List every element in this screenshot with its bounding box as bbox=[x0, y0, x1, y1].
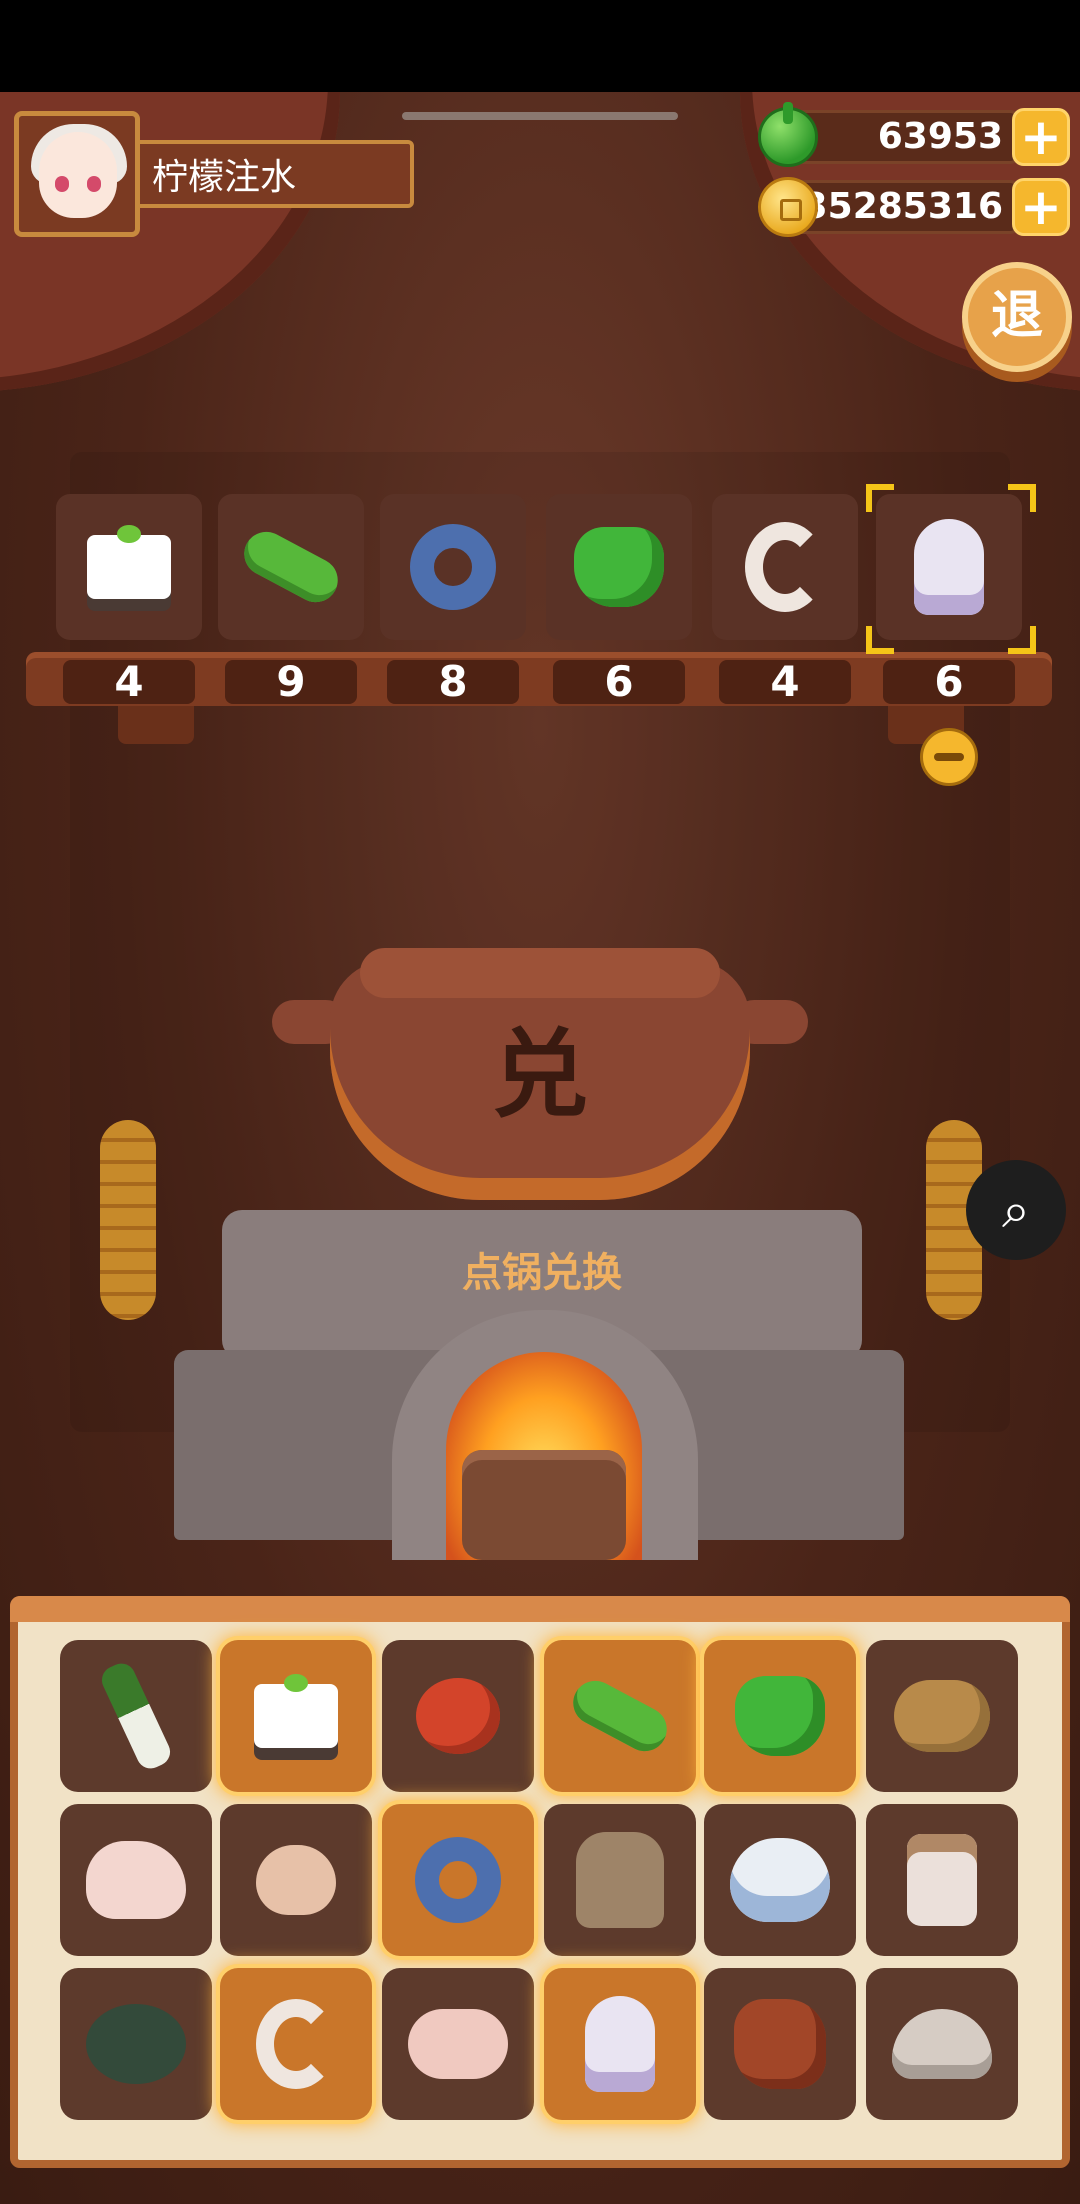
add-coins-button[interactable]: + bbox=[1012, 178, 1070, 236]
count-shrimp: 4 bbox=[719, 660, 851, 704]
inventory-item-duck[interactable] bbox=[382, 1968, 534, 2120]
inventory-item-squid[interactable] bbox=[544, 1968, 696, 2120]
selection-bracket-icon bbox=[866, 484, 894, 512]
cucumber-icon bbox=[565, 1673, 675, 1759]
drag-handle bbox=[402, 112, 678, 120]
count-green-pepper: 6 bbox=[553, 660, 685, 704]
pot-rim bbox=[360, 948, 720, 998]
firewood-icon bbox=[462, 1450, 626, 1560]
tofu-icon bbox=[87, 525, 171, 599]
squid-icon bbox=[914, 519, 984, 615]
player-name: 柠檬注水 bbox=[134, 140, 414, 208]
jar-icon bbox=[907, 1834, 977, 1926]
count-fish: 8 bbox=[387, 660, 519, 704]
inventory-item-potato[interactable] bbox=[866, 1640, 1018, 1792]
gem-counter: 63953 + bbox=[758, 102, 1070, 167]
status-bar bbox=[0, 0, 1080, 92]
flour-sack-icon bbox=[576, 1832, 664, 1928]
count-squid: 6 bbox=[883, 660, 1015, 704]
inventory-item-jar[interactable] bbox=[866, 1804, 1018, 1956]
squid-icon bbox=[585, 1996, 655, 2092]
add-gems-button[interactable]: + bbox=[1012, 108, 1070, 166]
gem-amount: 63953 bbox=[790, 110, 1020, 164]
tray-header bbox=[10, 1596, 1070, 1622]
selection-bracket-icon bbox=[866, 626, 894, 654]
selected-slot-fish[interactable] bbox=[380, 494, 526, 640]
selected-slot-tofu[interactable] bbox=[56, 494, 202, 640]
potato-icon bbox=[894, 1680, 990, 1752]
pot-character: 兑 bbox=[492, 1019, 588, 1131]
selected-slot-squid[interactable] bbox=[876, 494, 1022, 640]
meat-icon bbox=[734, 1999, 826, 2089]
tofu-icon bbox=[254, 1674, 338, 1748]
coin-counter: 35285316 + bbox=[758, 177, 1070, 237]
count-tofu: 4 bbox=[63, 660, 195, 704]
inventory-item-chicken[interactable] bbox=[60, 1804, 212, 1956]
player-info: 柠檬注水 bbox=[14, 108, 414, 240]
inventory-item-egg[interactable] bbox=[220, 1804, 372, 1956]
selected-slot-shrimp[interactable] bbox=[712, 494, 858, 640]
selection-bracket-icon bbox=[1008, 484, 1036, 512]
shelf-leg bbox=[118, 706, 194, 744]
avatar[interactable] bbox=[14, 111, 140, 237]
inventory-item-rice-bowl[interactable] bbox=[704, 1804, 856, 1956]
gem-icon bbox=[758, 102, 818, 167]
tomato-icon bbox=[416, 1678, 500, 1754]
coin-amount: 35285316 bbox=[790, 180, 1020, 234]
crab-icon bbox=[86, 2004, 186, 2084]
green-pepper-icon bbox=[735, 1676, 825, 1756]
clam-icon bbox=[892, 2009, 992, 2079]
inventory-item-shrimp[interactable] bbox=[220, 1968, 372, 2120]
fish-icon bbox=[410, 524, 496, 610]
inventory-item-leek[interactable] bbox=[60, 1640, 212, 1792]
pot-exchange-label: 点锅兑换 bbox=[462, 1250, 622, 1296]
scan-icon[interactable]: ⌕ bbox=[966, 1160, 1066, 1260]
inventory-item-crab[interactable] bbox=[60, 1968, 212, 2120]
inventory-item-fish[interactable] bbox=[382, 1804, 534, 1956]
green-pepper-icon bbox=[574, 527, 664, 607]
fish-icon bbox=[415, 1837, 501, 1923]
inventory-item-tomato[interactable] bbox=[382, 1640, 534, 1792]
selected-slot-green-pepper[interactable] bbox=[546, 494, 692, 640]
inventory-item-cucumber[interactable] bbox=[544, 1640, 696, 1792]
selected-slot-cucumber[interactable] bbox=[218, 494, 364, 640]
rice-bowl-icon bbox=[730, 1838, 830, 1922]
selection-bracket-icon bbox=[1008, 626, 1036, 654]
inventory-item-clam[interactable] bbox=[866, 1968, 1018, 2120]
coin-icon bbox=[758, 177, 818, 237]
exit-button[interactable]: 退 bbox=[962, 262, 1072, 372]
shrimp-icon bbox=[256, 1999, 336, 2089]
remove-ingredient-button[interactable] bbox=[920, 728, 978, 786]
inventory-item-flour-sack[interactable] bbox=[544, 1804, 696, 1956]
hanging-corn-left bbox=[100, 1120, 156, 1320]
count-cucumber: 9 bbox=[225, 660, 357, 704]
shrimp-icon bbox=[745, 522, 825, 612]
leek-icon bbox=[97, 1658, 175, 1774]
cucumber-icon bbox=[236, 524, 346, 610]
duck-icon bbox=[408, 2009, 508, 2079]
chicken-icon bbox=[86, 1841, 186, 1919]
egg-icon bbox=[256, 1845, 336, 1915]
inventory-item-meat[interactable] bbox=[704, 1968, 856, 2120]
inventory-item-green-pepper[interactable] bbox=[704, 1640, 856, 1792]
inventory-item-tofu[interactable] bbox=[220, 1640, 372, 1792]
